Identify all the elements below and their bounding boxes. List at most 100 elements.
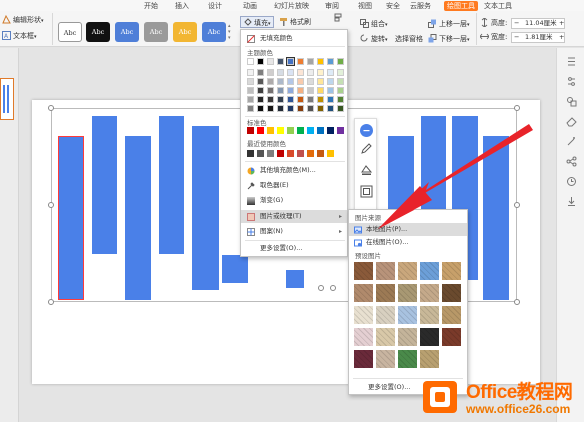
color-swatch[interactable] (307, 78, 314, 85)
color-swatch[interactable] (327, 150, 334, 157)
color-swatch[interactable] (297, 105, 304, 112)
send-backward-button[interactable]: 下移一层▾ (428, 33, 470, 45)
color-swatch[interactable] (307, 87, 314, 94)
adjust-icon[interactable] (566, 76, 577, 87)
blue-bar-shape[interactable] (58, 136, 84, 300)
blue-bar-shape[interactable] (483, 136, 509, 300)
color-swatch[interactable] (267, 69, 274, 76)
color-swatch[interactable] (277, 96, 284, 103)
color-swatch[interactable] (277, 127, 284, 134)
tab-view[interactable]: 视图 (358, 1, 372, 11)
magic-wand-icon[interactable] (566, 136, 577, 147)
blue-bar-shape[interactable] (92, 116, 117, 254)
color-swatch[interactable] (337, 58, 344, 65)
group-button[interactable]: 组合▾ (360, 18, 388, 30)
color-swatch[interactable] (317, 150, 324, 157)
blue-bar-shape[interactable] (222, 255, 248, 283)
color-swatch[interactable] (247, 87, 254, 94)
texture-swatch[interactable] (420, 262, 439, 280)
color-swatch[interactable] (297, 69, 304, 76)
color-swatch[interactable] (307, 105, 314, 112)
blue-bar-shape[interactable] (192, 126, 219, 290)
crop-frame-icon[interactable] (360, 185, 373, 198)
tab-drawing-tools[interactable]: 绘图工具 (444, 1, 478, 11)
color-swatch[interactable] (277, 105, 284, 112)
texture-swatch[interactable] (354, 306, 373, 324)
color-swatch[interactable] (337, 105, 344, 112)
color-swatch[interactable] (307, 150, 314, 157)
color-swatch[interactable] (297, 58, 304, 65)
color-swatch[interactable] (267, 105, 274, 112)
color-swatch[interactable] (267, 58, 274, 65)
bring-forward-button[interactable]: 上移一层▾ (428, 18, 470, 30)
texture-swatch[interactable] (376, 284, 395, 302)
color-swatch[interactable] (297, 87, 304, 94)
picture-texture-item[interactable]: 图片或纹理(T) ▸ (241, 210, 347, 223)
color-swatch[interactable] (337, 69, 344, 76)
rotate-button[interactable]: 旋转▾ (360, 33, 388, 45)
color-swatch[interactable] (307, 58, 314, 65)
height-minus-button[interactable]: − (514, 19, 519, 28)
blue-bar-shape[interactable] (125, 136, 151, 300)
resize-handle[interactable] (330, 285, 336, 291)
texture-swatch[interactable] (398, 262, 417, 280)
gradient-item[interactable]: 渐变(G) (241, 194, 347, 207)
color-swatch[interactable] (327, 127, 334, 134)
texture-swatch[interactable] (420, 306, 439, 324)
color-swatch[interactable] (317, 78, 324, 85)
resize-handle[interactable] (514, 299, 520, 305)
eyedropper-item[interactable]: 取色器(E) (241, 179, 347, 192)
color-swatch[interactable] (337, 96, 344, 103)
color-swatch[interactable] (257, 127, 264, 134)
blue-bar-shape[interactable] (159, 116, 184, 254)
width-input[interactable]: − 1.81厘米 + (511, 32, 565, 43)
color-swatch[interactable] (247, 78, 254, 85)
tab-text-tools[interactable]: 文本工具 (484, 1, 512, 11)
resize-handle[interactable] (514, 202, 520, 208)
style-swatch-gray[interactable]: Abc (144, 22, 168, 42)
texture-swatch[interactable] (354, 328, 373, 346)
color-swatch[interactable] (337, 78, 344, 85)
color-swatch[interactable] (337, 127, 344, 134)
color-swatch[interactable] (277, 58, 284, 65)
texture-swatch[interactable] (420, 284, 439, 302)
selection-pane-button[interactable]: 选择窗格 (395, 33, 423, 45)
color-swatch[interactable] (287, 78, 294, 85)
texture-swatch[interactable] (420, 328, 439, 346)
style-swatch-blue-2[interactable]: Abc (202, 22, 226, 42)
color-swatch[interactable] (317, 58, 324, 65)
texture-swatch[interactable] (420, 350, 439, 368)
color-swatch[interactable] (287, 96, 294, 103)
texture-swatch[interactable] (376, 306, 395, 324)
resize-handle[interactable] (318, 285, 324, 291)
minus-circle-icon[interactable] (360, 124, 373, 137)
width-minus-button[interactable]: − (514, 33, 519, 42)
pen-icon[interactable] (360, 142, 373, 155)
eraser-icon[interactable] (566, 116, 577, 127)
no-fill-item[interactable]: 无填充颜色 (241, 32, 347, 45)
color-swatch[interactable] (287, 87, 294, 94)
color-swatch[interactable] (327, 87, 334, 94)
download-icon[interactable] (566, 196, 577, 207)
color-swatch[interactable] (247, 69, 254, 76)
style-swatch-white[interactable]: Abc (58, 22, 82, 42)
color-swatch[interactable] (267, 78, 274, 85)
color-swatch[interactable] (307, 127, 314, 134)
color-swatch[interactable] (257, 69, 264, 76)
tab-design[interactable]: 设计 (208, 1, 222, 11)
color-swatch[interactable] (267, 87, 274, 94)
color-swatch[interactable] (257, 78, 264, 85)
more-fill-colors-item[interactable]: 其他填充颜色(M)... (241, 164, 347, 177)
text-box-button[interactable]: A 文本框▾ (2, 30, 37, 42)
color-swatch[interactable] (257, 58, 264, 65)
texture-swatch[interactable] (442, 328, 461, 346)
share-icon[interactable] (566, 156, 577, 167)
color-swatch[interactable] (317, 87, 324, 94)
color-swatch[interactable] (286, 57, 295, 66)
texture-swatch[interactable] (442, 262, 461, 280)
properties-icon[interactable] (566, 56, 577, 67)
color-swatch[interactable] (327, 96, 334, 103)
history-icon[interactable] (566, 176, 577, 187)
resize-handle[interactable] (514, 105, 520, 111)
color-swatch[interactable] (317, 105, 324, 112)
